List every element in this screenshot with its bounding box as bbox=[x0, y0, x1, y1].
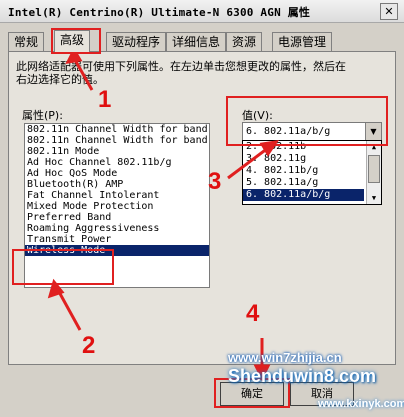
tab-general[interactable]: 常规 bbox=[8, 32, 45, 51]
annotation-box-value bbox=[226, 96, 388, 146]
tab-advanced[interactable]: 高级 bbox=[54, 30, 91, 52]
close-button[interactable]: ✕ bbox=[380, 3, 398, 20]
list-item[interactable]: 802.11n Channel Width for band bbox=[25, 135, 209, 146]
title-bar: Intel(R) Centrino(R) Ultimate-N 6300 AGN… bbox=[0, 0, 404, 23]
list-item[interactable]: Preferred Band bbox=[25, 212, 209, 223]
list-item[interactable]: Transmit Power bbox=[25, 234, 209, 245]
list-item[interactable]: Bluetooth(R) AMP bbox=[25, 179, 209, 190]
annotation-number: 4 bbox=[246, 300, 260, 327]
scroll-down-icon[interactable]: ▼ bbox=[368, 192, 380, 204]
value-option[interactable]: 3. 802.11g bbox=[243, 153, 364, 165]
watermark-url: www.win7zhijia.cn bbox=[228, 350, 342, 365]
list-item[interactable]: Ad Hoc QoS Mode bbox=[25, 168, 209, 179]
list-item[interactable]: Fat Channel Intolerant bbox=[25, 190, 209, 201]
description-text: 此网络适配器可使用下列属性。在左边单击您想更改的属性，然后在右边选择它的值。 bbox=[16, 60, 346, 86]
window-title: Intel(R) Centrino(R) Ultimate-N 6300 AGN… bbox=[8, 6, 311, 19]
value-option[interactable]: 4. 802.11b/g bbox=[243, 165, 364, 177]
property-label: 属性(P): bbox=[22, 109, 63, 122]
list-item[interactable]: 802.11n Mode bbox=[25, 146, 209, 157]
annotation-number: 2 bbox=[82, 332, 96, 359]
watermark-brand: Shenduwin8.com bbox=[228, 366, 377, 386]
value-option[interactable]: 5. 802.11a/g bbox=[243, 177, 364, 189]
dropdown-scrollbar[interactable]: ▲ ▼ bbox=[366, 141, 381, 204]
list-item[interactable]: Ad Hoc Channel 802.11b/g bbox=[25, 157, 209, 168]
tab-details[interactable]: 详细信息 bbox=[166, 32, 227, 51]
annotation-number: 3 bbox=[208, 168, 222, 195]
list-item[interactable]: Mixed Mode Protection bbox=[25, 201, 209, 212]
annotation-box-property bbox=[12, 249, 114, 285]
scroll-thumb[interactable] bbox=[368, 155, 380, 183]
list-item[interactable]: Roaming Aggressiveness bbox=[25, 223, 209, 234]
value-dropdown-list[interactable]: 2. 802.11b 3. 802.11g 4. 802.11b/g 5. 80… bbox=[242, 140, 382, 205]
list-item[interactable]: 802.11n Channel Width for band bbox=[25, 124, 209, 135]
tab-driver[interactable]: 驱动程序 bbox=[106, 32, 167, 51]
watermark-url-secondary: www.kxinyk.com bbox=[318, 398, 404, 410]
annotation-number: 1 bbox=[98, 86, 112, 113]
value-option-selected[interactable]: 6. 802.11a/b/g bbox=[243, 189, 364, 201]
tab-power-management[interactable]: 电源管理 bbox=[272, 32, 333, 51]
tab-resources[interactable]: 资源 bbox=[226, 32, 263, 51]
